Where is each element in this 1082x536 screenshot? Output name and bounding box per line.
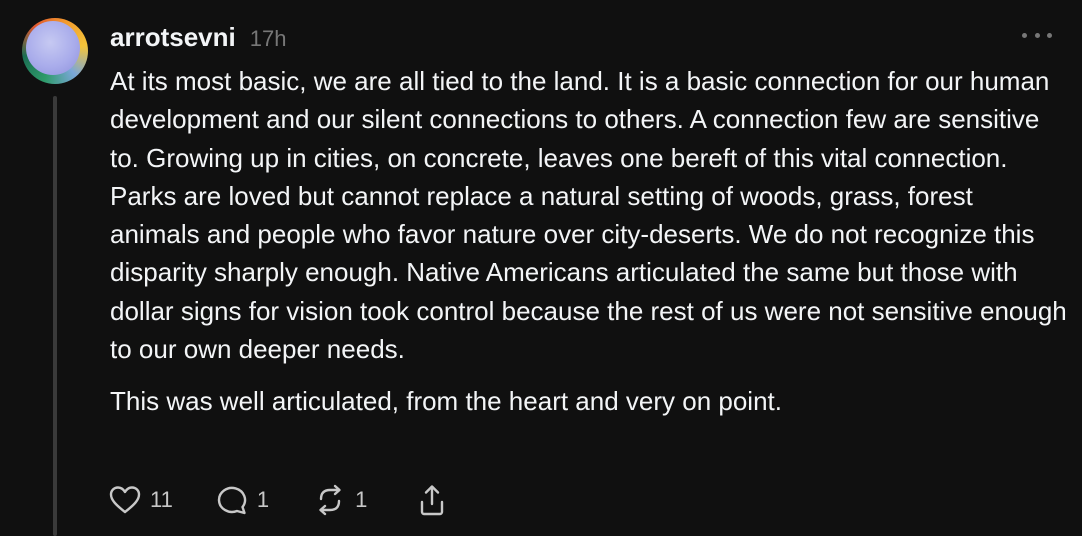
share-icon bbox=[421, 485, 444, 516]
post-paragraph: At its most basic, we are all tied to th… bbox=[110, 66, 1067, 365]
more-dots-icon bbox=[1047, 32, 1052, 38]
like-count: 11 bbox=[150, 487, 173, 512]
post-header: arrotsevni 17h bbox=[110, 22, 286, 53]
more-dots-icon bbox=[1034, 32, 1040, 38]
avatar[interactable] bbox=[22, 18, 88, 84]
speech-bubble-icon bbox=[217, 486, 247, 515]
username[interactable]: arrotsevni bbox=[110, 22, 236, 53]
thread-post: arrotsevni 17h At its most basic, we are… bbox=[0, 0, 1082, 536]
like-button[interactable]: 11 bbox=[108, 484, 173, 516]
repost-arrows-icon bbox=[319, 484, 341, 516]
repost-button[interactable]: 1 bbox=[313, 484, 367, 516]
post-paragraph: This was well articulated, from the hear… bbox=[110, 386, 782, 417]
reply-count: 1 bbox=[256, 487, 270, 512]
action-bar: 11 1 1 bbox=[108, 482, 449, 518]
repost-count: 1 bbox=[355, 487, 368, 512]
post-body: At its most basic, we are all tied to th… bbox=[110, 62, 1068, 421]
timestamp[interactable]: 17h bbox=[250, 26, 287, 52]
more-options-button[interactable] bbox=[1022, 24, 1052, 46]
heart-icon bbox=[109, 486, 141, 514]
avatar-image bbox=[26, 21, 80, 75]
more-dots-icon bbox=[1022, 32, 1027, 38]
thread-line bbox=[53, 96, 57, 536]
reply-button[interactable]: 1 bbox=[215, 484, 269, 516]
share-button[interactable] bbox=[415, 483, 449, 517]
